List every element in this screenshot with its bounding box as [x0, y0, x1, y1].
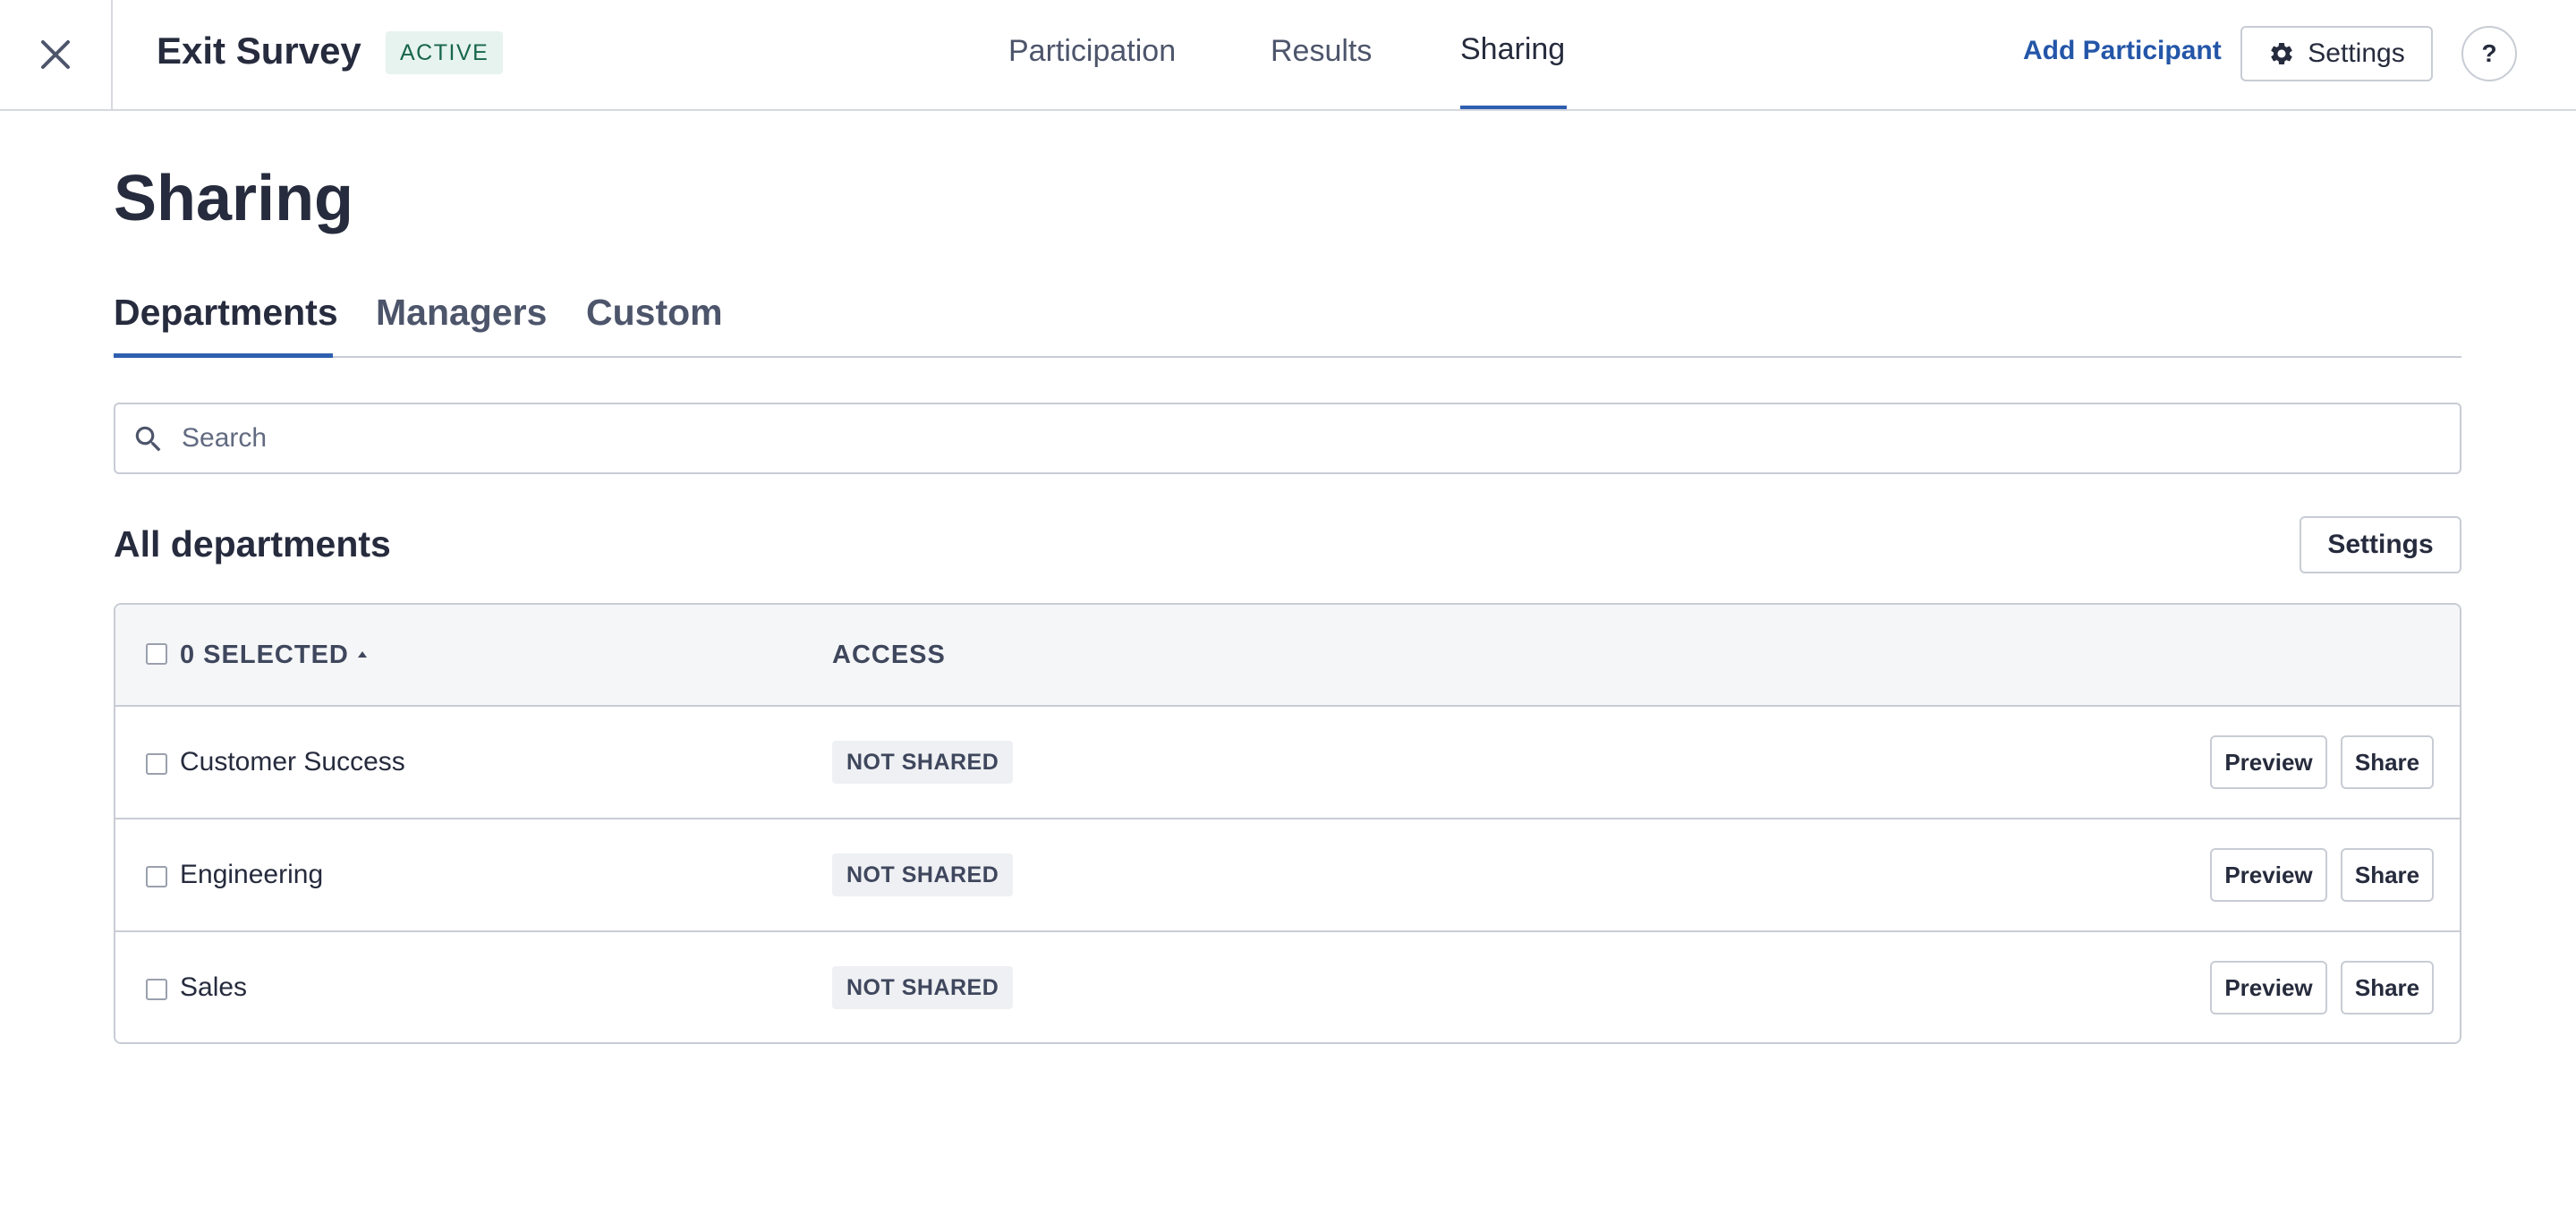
row-checkbox[interactable]	[146, 979, 167, 1000]
department-name: Sales	[180, 972, 248, 1002]
search-box	[114, 403, 2461, 474]
top-bar: Exit Survey ACTIVE Participation Results…	[0, 0, 2576, 111]
preview-button[interactable]: Preview	[2210, 735, 2327, 789]
access-column-header: ACCESS	[832, 641, 946, 669]
tab-results[interactable]: Results	[1271, 34, 1372, 69]
departments-table: 0 SELECTED ACCESS Customer Success NOT S…	[114, 603, 2461, 1044]
search-icon	[135, 426, 161, 452]
search-input[interactable]	[180, 404, 2453, 472]
survey-title: Exit Survey	[157, 30, 361, 72]
share-button[interactable]: Share	[2341, 961, 2434, 1015]
subtabs-divider	[114, 356, 2461, 358]
active-subtab-indicator	[114, 353, 333, 358]
settings-button-label: Settings	[2308, 38, 2405, 68]
row-checkbox[interactable]	[146, 866, 167, 887]
access-status-badge: NOT SHARED	[832, 853, 1014, 896]
tab-participation[interactable]: Participation	[1008, 34, 1176, 69]
gear-icon	[2271, 42, 2292, 64]
close-icon	[41, 40, 70, 69]
table-row: Sales NOT SHARED Preview Share	[115, 932, 2460, 1042]
close-button[interactable]	[0, 0, 113, 109]
status-badge: ACTIVE	[386, 31, 504, 74]
department-settings-button[interactable]: Settings	[2300, 516, 2461, 573]
tab-sharing[interactable]: Sharing	[1460, 32, 1565, 67]
row-checkbox[interactable]	[146, 753, 167, 775]
access-status-badge: NOT SHARED	[832, 966, 1014, 1009]
subtab-managers[interactable]: Managers	[376, 292, 547, 334]
table-header: 0 SELECTED ACCESS	[115, 605, 2460, 707]
department-name: Customer Success	[180, 747, 405, 777]
share-button[interactable]: Share	[2341, 735, 2434, 789]
share-button[interactable]: Share	[2341, 848, 2434, 902]
preview-button[interactable]: Preview	[2210, 961, 2327, 1015]
selected-count-header[interactable]: 0 SELECTED	[180, 641, 349, 670]
preview-button[interactable]: Preview	[2210, 848, 2327, 902]
section-title: All departments	[114, 523, 391, 565]
access-status-badge: NOT SHARED	[832, 741, 1014, 784]
page-title: Sharing	[114, 163, 354, 234]
add-participant-link[interactable]: Add Participant	[2023, 36, 2222, 66]
subtab-departments[interactable]: Departments	[114, 292, 338, 334]
table-row: Engineering NOT SHARED Preview Share	[115, 819, 2460, 932]
subtab-custom[interactable]: Custom	[586, 292, 723, 334]
sort-ascending-icon[interactable]	[355, 649, 370, 661]
settings-button[interactable]: Settings	[2240, 26, 2433, 81]
help-button[interactable]: ?	[2461, 26, 2517, 81]
active-tab-indicator	[1460, 106, 1567, 109]
select-all-checkbox[interactable]	[146, 643, 167, 665]
department-name: Engineering	[180, 860, 324, 889]
table-row: Customer Success NOT SHARED Preview Shar…	[115, 707, 2460, 819]
